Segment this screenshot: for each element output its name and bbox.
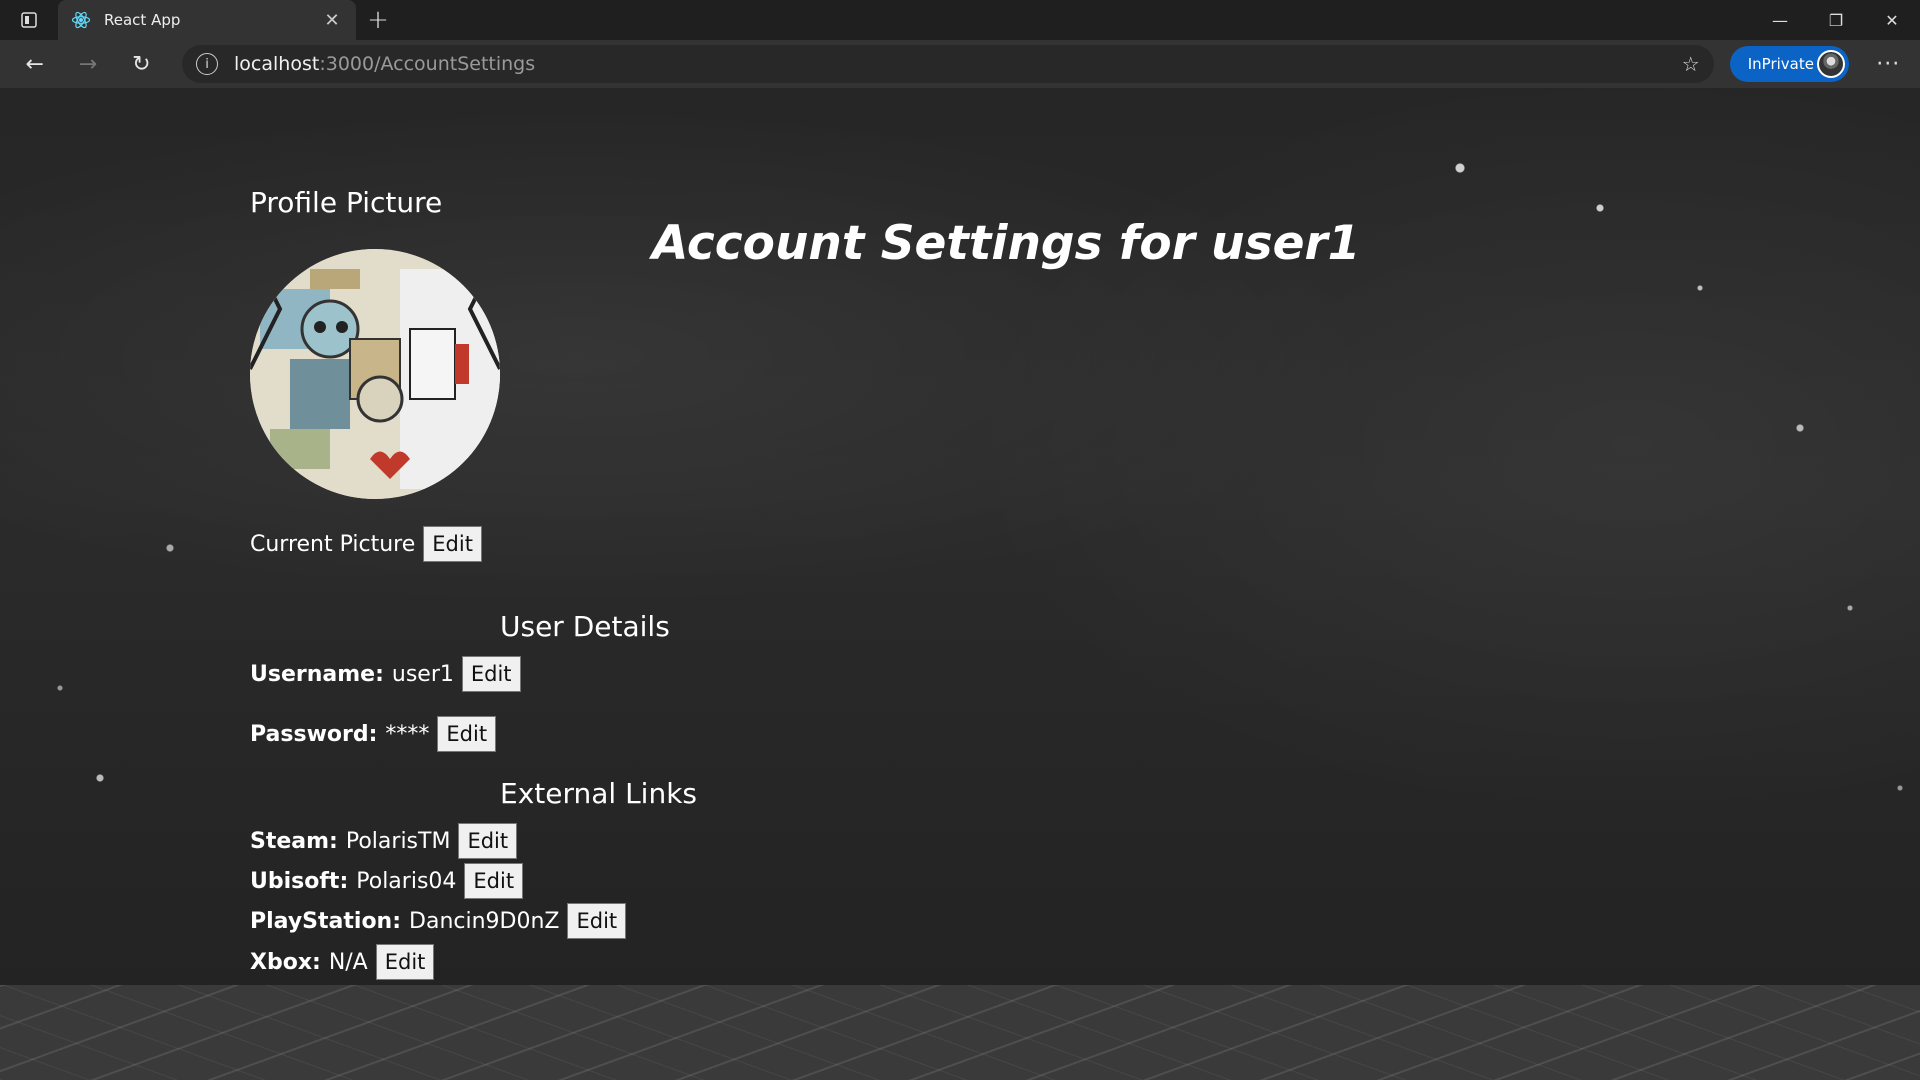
inprivate-button[interactable]: InPrivate bbox=[1729, 46, 1849, 82]
minimize-icon[interactable]: — bbox=[1752, 0, 1808, 40]
forward-arrow-icon[interactable]: → bbox=[61, 44, 114, 84]
password-value: **** bbox=[385, 721, 430, 747]
password-label: Password: bbox=[250, 721, 378, 747]
info-icon[interactable]: i bbox=[196, 53, 219, 75]
edit-xbox-button[interactable]: Edit bbox=[375, 944, 435, 980]
browser-toolbar: ← → ↻ i localhost :3000/AccountSettings … bbox=[0, 40, 1920, 88]
window-controls: — ❐ ✕ bbox=[1752, 0, 1920, 40]
edit-ubisoft-button[interactable]: Edit bbox=[464, 863, 524, 899]
page-title: Account Settings for user1 bbox=[652, 216, 1361, 271]
steam-label: Steam: bbox=[250, 828, 338, 854]
plus-icon[interactable]: + bbox=[356, 0, 400, 40]
profile-picture-heading: Profile Picture bbox=[250, 186, 443, 219]
tab-actions-button[interactable] bbox=[0, 0, 58, 40]
current-picture-row: Current Picture Edit bbox=[250, 526, 482, 562]
external-links-heading: External Links bbox=[500, 777, 697, 810]
edit-username-button[interactable]: Edit bbox=[461, 656, 521, 692]
xbox-value: N/A bbox=[328, 949, 368, 975]
page-footer-texture bbox=[0, 985, 1920, 1080]
playstation-row: PlayStation: Dancin9D0nZ Edit bbox=[250, 903, 627, 939]
more-icon[interactable]: ··· bbox=[1865, 44, 1912, 84]
url-host: localhost bbox=[234, 53, 320, 75]
window-close-icon[interactable]: ✕ bbox=[1864, 0, 1920, 40]
url-path: :3000/AccountSettings bbox=[319, 53, 536, 75]
edit-picture-button[interactable]: Edit bbox=[423, 526, 482, 562]
xbox-label: Xbox: bbox=[250, 949, 321, 975]
ubisoft-label: Ubisoft: bbox=[250, 868, 349, 894]
refresh-icon[interactable]: ↻ bbox=[115, 44, 168, 84]
close-icon[interactable]: ✕ bbox=[320, 8, 344, 32]
tab-title: React App bbox=[104, 11, 181, 29]
browser-tab[interactable]: React App ✕ bbox=[58, 0, 356, 40]
user-details-heading: User Details bbox=[500, 610, 670, 643]
edit-playstation-button[interactable]: Edit bbox=[567, 903, 627, 939]
page-viewport: Profile Picture Account Settings for use… bbox=[0, 88, 1920, 985]
steam-row: Steam: PolarisTM Edit bbox=[250, 823, 518, 859]
playstation-label: PlayStation: bbox=[250, 908, 402, 934]
xbox-row: Xbox: N/A Edit bbox=[250, 944, 435, 980]
profile-picture bbox=[250, 249, 500, 499]
username-value: user1 bbox=[391, 661, 454, 687]
inprivate-label: InPrivate bbox=[1747, 55, 1814, 73]
react-logo-icon bbox=[70, 9, 92, 31]
steam-value: PolarisTM bbox=[345, 828, 451, 854]
ubisoft-value: Polaris04 bbox=[356, 868, 457, 894]
ubisoft-row: Ubisoft: Polaris04 Edit bbox=[250, 863, 524, 899]
current-picture-label: Current Picture bbox=[250, 531, 416, 557]
playstation-value: Dancin9D0nZ bbox=[409, 908, 560, 934]
account-settings-content: Profile Picture Account Settings for use… bbox=[0, 88, 1920, 985]
avatar bbox=[1816, 50, 1845, 78]
favorites-star-icon[interactable]: ☆ bbox=[1682, 52, 1700, 76]
username-row: Username: user1 Edit bbox=[250, 656, 521, 692]
tab-actions-icon bbox=[21, 12, 37, 28]
address-bar[interactable]: i localhost :3000/AccountSettings ☆ bbox=[182, 45, 1714, 83]
browser-tab-bar: React App ✕ + — ❐ ✕ bbox=[0, 0, 1920, 40]
password-row: Password: **** Edit bbox=[250, 716, 497, 752]
restore-icon[interactable]: ❐ bbox=[1808, 0, 1864, 40]
edit-password-button[interactable]: Edit bbox=[437, 716, 497, 752]
back-arrow-icon[interactable]: ← bbox=[8, 44, 61, 84]
username-label: Username: bbox=[250, 661, 384, 687]
edit-steam-button[interactable]: Edit bbox=[458, 823, 518, 859]
